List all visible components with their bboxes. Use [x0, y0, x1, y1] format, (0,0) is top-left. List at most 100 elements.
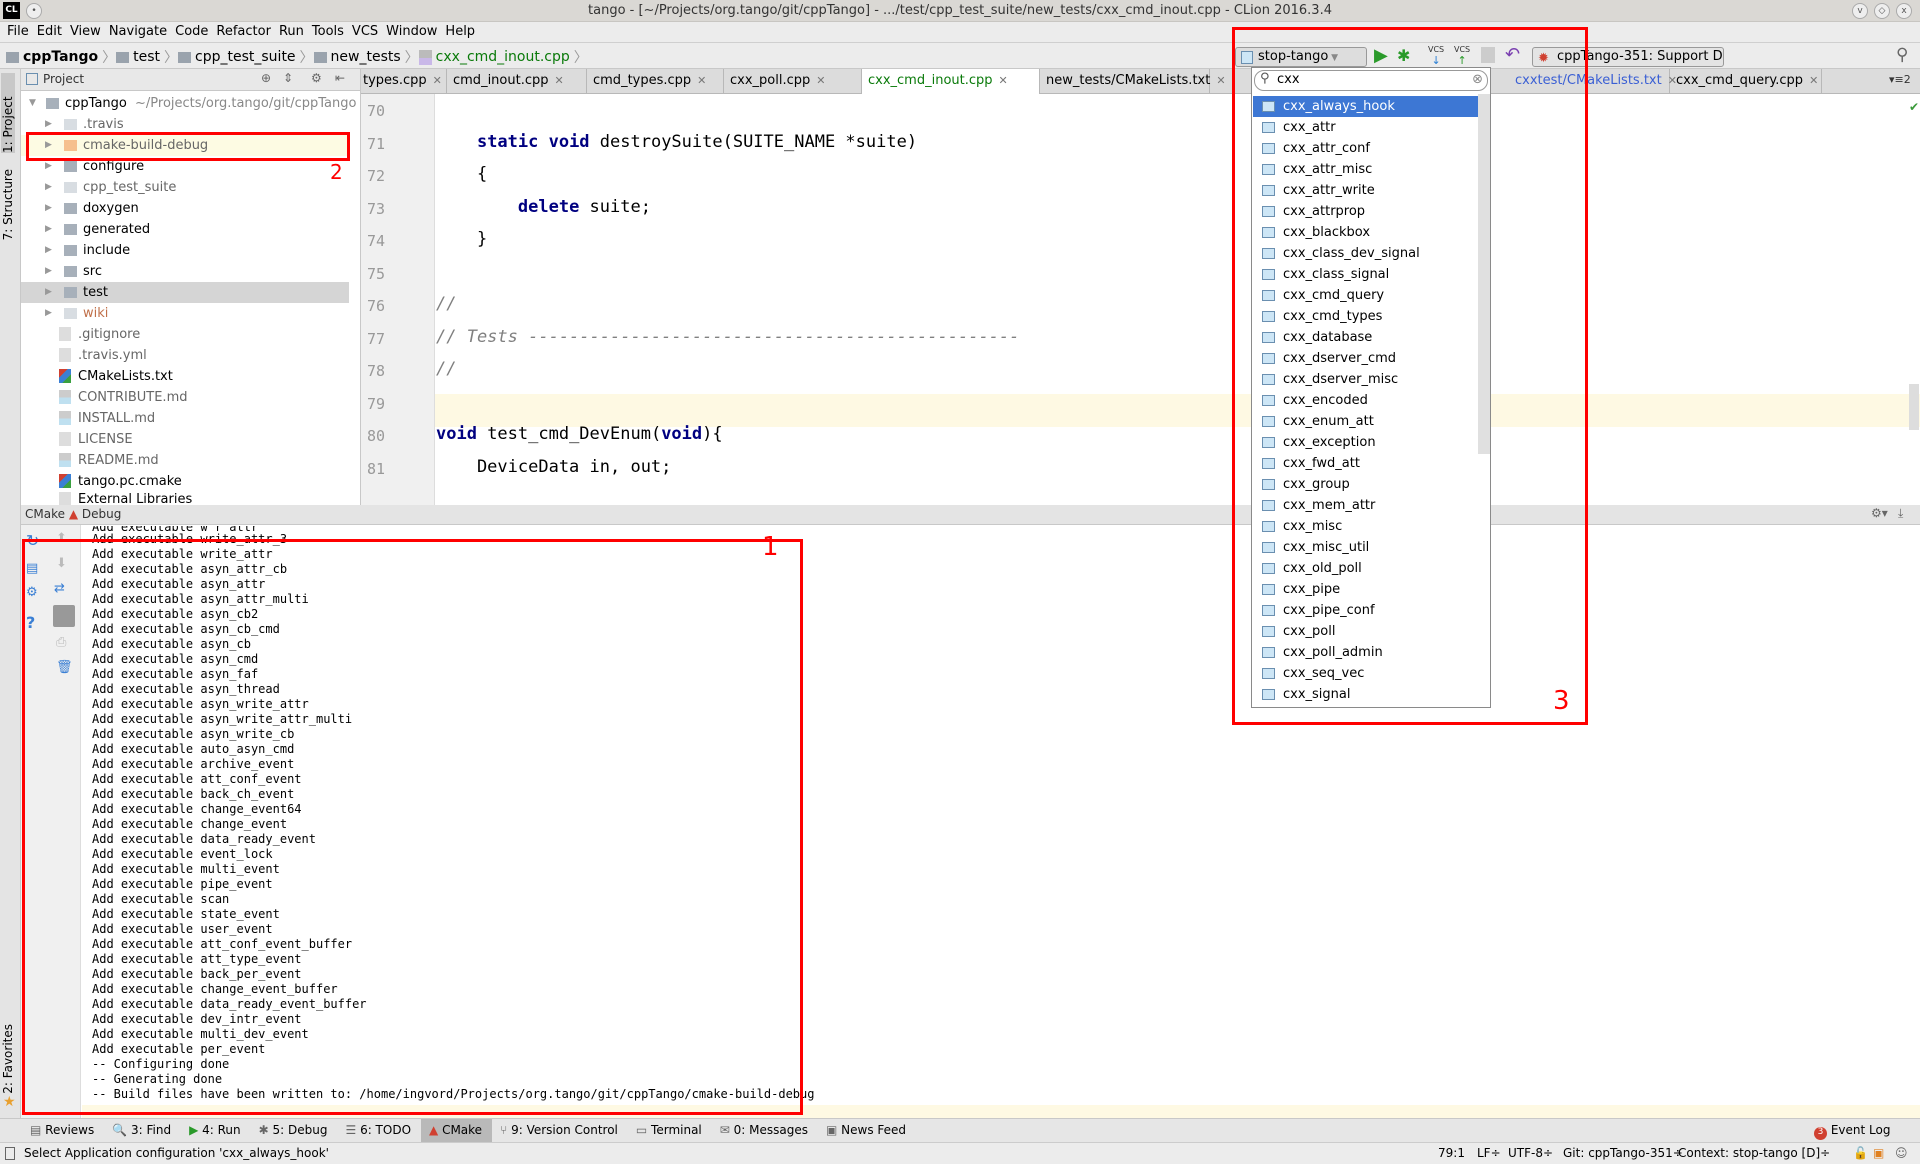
editor-tab[interactable]: types.cpp ✕ — [357, 69, 447, 94]
toolwindow-button[interactable]: ⑂ 9: Version Control — [492, 1119, 628, 1142]
expand-arrow-icon[interactable]: ▶ — [45, 135, 52, 156]
expand-arrow-icon[interactable]: ▶ — [45, 240, 52, 261]
tree-item[interactable]: ▶ cmake-build-debug — [21, 135, 349, 156]
expand-arrow-icon[interactable]: ▶ — [45, 219, 52, 240]
hide-panel-icon[interactable]: ⇤ — [335, 71, 345, 85]
editor-tab[interactable]: cxx_cmd_query.cpp ✕ — [1670, 69, 1822, 94]
debug-icon[interactable]: ✱ — [1397, 46, 1410, 65]
up-arrow-icon[interactable]: ⬆ — [56, 531, 67, 546]
tree-item[interactable]: ▶ wiki — [21, 303, 349, 324]
tree-item[interactable]: ▶ doxygen — [21, 198, 349, 219]
tree-item[interactable]: .gitignore — [21, 324, 349, 345]
run-config-option[interactable]: cxx_cmd_types — [1253, 306, 1478, 327]
editor-tab[interactable]: new_tests/CMakeLists.txt ✕ — [1040, 69, 1226, 94]
menu-file[interactable]: File — [4, 22, 34, 42]
scroll-to-end-icon[interactable] — [53, 605, 75, 627]
tree-item[interactable]: CMakeLists.txt — [21, 366, 349, 387]
clear-search-icon[interactable]: ⊗ — [1472, 72, 1483, 87]
project-panel-title[interactable]: Project — [43, 72, 84, 86]
file-encoding[interactable]: UTF-8÷ — [1508, 1146, 1553, 1160]
expand-arrow-icon[interactable]: ▶ — [45, 282, 52, 303]
history-icon[interactable] — [1481, 47, 1495, 63]
menu-view[interactable]: View — [67, 22, 106, 42]
side-tab-project[interactable]: 1: Project — [1, 73, 15, 153]
print-icon[interactable]: ⎙ — [56, 635, 66, 650]
tree-item[interactable]: ▶ .travis — [21, 114, 349, 135]
run-config-option[interactable]: cxx_attrprop — [1253, 201, 1478, 222]
tree-item[interactable]: ▶ cpp_test_suite — [21, 177, 349, 198]
tab-close-icon[interactable]: ✕ — [1216, 74, 1225, 87]
run-config-option[interactable]: cxx_class_dev_signal — [1253, 243, 1478, 264]
tab-close-icon[interactable]: ✕ — [1809, 74, 1818, 87]
tree-item[interactable]: ▶ src — [21, 261, 349, 282]
breadcrumb-item[interactable]: cxx_cmd_inout.cpp — [436, 49, 570, 65]
expand-arrow-icon[interactable]: ▶ — [45, 177, 52, 198]
expand-arrow-icon[interactable]: ▶ — [45, 303, 52, 324]
menu-help[interactable]: Help — [442, 22, 480, 42]
editor-scrollbar[interactable] — [1909, 384, 1919, 430]
run-config-option[interactable]: cxx_encoded — [1253, 390, 1478, 411]
minimize-button[interactable]: v — [1852, 3, 1868, 19]
run-config-option[interactable]: cxx_poll — [1253, 621, 1478, 642]
breadcrumb-item[interactable]: cppTango — [23, 49, 98, 65]
run-config-option[interactable]: cxx_blackbox — [1253, 222, 1478, 243]
tree-item[interactable]: INSTALL.md — [21, 408, 349, 429]
search-everywhere-icon[interactable]: ⚲ — [1896, 45, 1908, 65]
hide-icon[interactable]: ⤓ — [1898, 506, 1903, 521]
run-config-option[interactable]: cxx_pipe_conf — [1253, 600, 1478, 621]
toolwindow-button[interactable]: ☰ 6: TODO — [337, 1119, 421, 1142]
menu-window[interactable]: Window — [383, 22, 442, 42]
run-config-option[interactable]: cxx_enum_att — [1253, 411, 1478, 432]
run-config-option[interactable]: cxx_attr — [1253, 117, 1478, 138]
toolwindow-button[interactable]: 🔍 3: Find — [104, 1119, 181, 1142]
run-config-select[interactable]: stop-tango ▼ — [1235, 47, 1367, 67]
run-config-option[interactable]: cxx_fwd_att — [1253, 453, 1478, 474]
toolwindow-button[interactable]: ✱ 5: Debug — [251, 1119, 338, 1142]
debug-tab[interactable]: Debug — [82, 507, 121, 521]
expand-arrow-icon[interactable]: ▶ — [45, 156, 52, 177]
run-config-option[interactable]: cxx_signal — [1253, 684, 1478, 705]
locate-icon[interactable]: ⊕ — [261, 71, 271, 85]
run-config-option[interactable]: cxx_mem_attr — [1253, 495, 1478, 516]
settings-gear-icon[interactable]: ⚙ — [311, 71, 322, 85]
tab-close-icon[interactable]: ✕ — [697, 74, 706, 87]
run-config-option[interactable]: cxx_seq_vec — [1253, 663, 1478, 684]
breadcrumb-item[interactable]: test — [133, 49, 160, 65]
vcs-update-icon[interactable]: VCS ↓ — [1428, 45, 1444, 67]
menu-edit[interactable]: Edit — [34, 22, 67, 42]
cmake-tab[interactable]: CMake — [25, 507, 65, 521]
tree-item[interactable]: README.md — [21, 450, 349, 471]
context-selector[interactable]: Context: stop-tango [D]÷ — [1678, 1146, 1830, 1160]
editor-tab[interactable]: cxxtest/CMakeLists.txt ✕ — [1509, 69, 1677, 94]
tabs-overflow-button[interactable]: ▾≡2 — [1889, 73, 1911, 86]
memory-icon[interactable]: ☺ — [1895, 1146, 1908, 1160]
git-branch[interactable]: Git: cppTango-351÷ — [1563, 1146, 1683, 1160]
run-config-option[interactable]: cxx_group — [1253, 474, 1478, 495]
run-config-option[interactable]: cxx_exception — [1253, 432, 1478, 453]
tree-item[interactable]: CONTRIBUTE.md — [21, 387, 349, 408]
breadcrumb-item[interactable]: cpp_test_suite — [195, 49, 296, 65]
run-config-option[interactable]: cxx_misc — [1253, 516, 1478, 537]
run-config-option[interactable]: cxx_cmd_query — [1253, 285, 1478, 306]
expand-arrow-icon[interactable]: ▶ — [45, 261, 52, 282]
tree-item[interactable]: ▶ test — [21, 282, 349, 303]
lock-icon[interactable]: 🔓 — [1853, 1146, 1868, 1160]
editor-tab[interactable]: cxx_poll.cpp ✕ — [724, 69, 862, 94]
expand-arrow-icon[interactable]: ▼ — [29, 93, 36, 114]
vcs-commit-icon[interactable]: VCS ↑ — [1454, 45, 1470, 67]
cmake-console-output[interactable]: Add executable w_r_attrAdd executable wr… — [92, 526, 814, 1102]
task-select[interactable]: ✹ cppTango-351: Support DevEnum in Comma… — [1532, 47, 1724, 67]
menu-code[interactable]: Code — [172, 22, 213, 42]
soft-wrap-icon[interactable]: ⇄ — [54, 581, 65, 596]
caret-position[interactable]: 79:1 — [1438, 1146, 1465, 1160]
menu-run[interactable]: Run — [276, 22, 309, 42]
toolwindow-button[interactable]: ▶ 4: Run — [181, 1119, 251, 1142]
run-config-option[interactable]: cxx_dserver_misc — [1253, 369, 1478, 390]
editor-tab[interactable]: cxx_cmd_inout.cpp ✕ — [862, 69, 1040, 94]
tab-close-icon[interactable]: ✕ — [555, 74, 564, 87]
tab-close-icon[interactable]: ✕ — [433, 74, 442, 87]
run-config-option[interactable]: cxx_old_poll — [1253, 558, 1478, 579]
run-config-option[interactable]: cxx_attr_conf — [1253, 138, 1478, 159]
toolwindow-button[interactable]: ▭ Terminal — [628, 1119, 712, 1142]
tree-item[interactable]: ▶ configure — [21, 156, 349, 177]
